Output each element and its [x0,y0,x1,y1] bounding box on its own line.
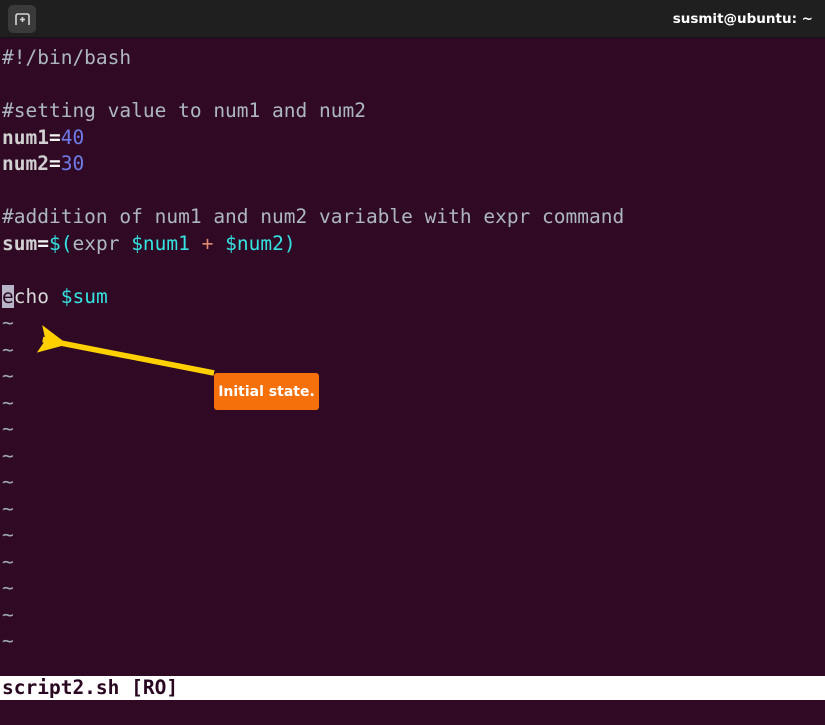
code-token: #!/bin/bash [2,46,132,69]
window-title: susmit@ubuntu: ~ [672,11,813,27]
empty-line-marker: ~ [2,496,14,520]
empty-line-marker: ~ [2,443,14,467]
empty-line-marker: ~ [2,337,14,361]
code-token: $num1 [131,231,190,255]
bottom-filler [0,700,825,725]
annotation-label: Initial state. [218,383,315,400]
empty-line-marker: ~ [2,470,14,493]
empty-line-marker: ~ [2,364,14,387]
code-token: + [201,231,214,255]
code-token: #addition of num1 and num2 variable with… [2,205,625,228]
empty-line-marker: ~ [2,390,14,414]
code-token: = [48,152,61,175]
code-token: expr [72,231,120,255]
window-titlebar: susmit@ubuntu: ~ [0,0,825,38]
code-token: $( [48,231,73,255]
code-token: $num2) [225,231,296,255]
empty-line-marker: ~ [2,576,14,599]
code-token: sum [2,231,38,255]
code-line: num2=30 [2,151,84,178]
code-line: echo $sum [2,284,108,311]
code-token: 30 [60,152,85,175]
editor-status-bar: script2.sh [RO] [0,676,825,700]
code-token: = [48,125,61,149]
code-token: cho [13,284,49,308]
empty-line-marker: ~ [2,523,14,546]
code-token: $sum [60,284,108,308]
code-line: #setting value to num1 and num2 [2,98,366,125]
new-tab-icon[interactable] [8,5,36,33]
text-cursor: e [2,284,14,308]
code-token: #setting value to num1 and num2 [2,99,366,122]
code-line: #addition of num1 and num2 variable with… [2,204,624,231]
empty-line-marker: ~ [2,549,14,573]
empty-line-marker: ~ [2,629,14,652]
code-line: sum=$(expr $num1 + $num2) [2,231,296,258]
code-line: #!/bin/bash [2,45,131,72]
empty-line-marker: ~ [2,602,14,626]
code-line: num1=40 [2,125,84,152]
code-token: 40 [60,125,85,149]
empty-line-marker: ~ [2,311,14,334]
editor-text-area[interactable]: #!/bin/bash #setting value to num1 and n… [0,38,825,676]
code-token: num2 [2,152,49,175]
annotation-callout: Initial state. [214,373,319,410]
code-token: = [37,231,49,255]
empty-line-marker: ~ [2,417,14,440]
code-token: num1 [2,125,49,149]
terminal-window: susmit@ubuntu: ~ #!/bin/bash #setting va… [0,0,825,725]
